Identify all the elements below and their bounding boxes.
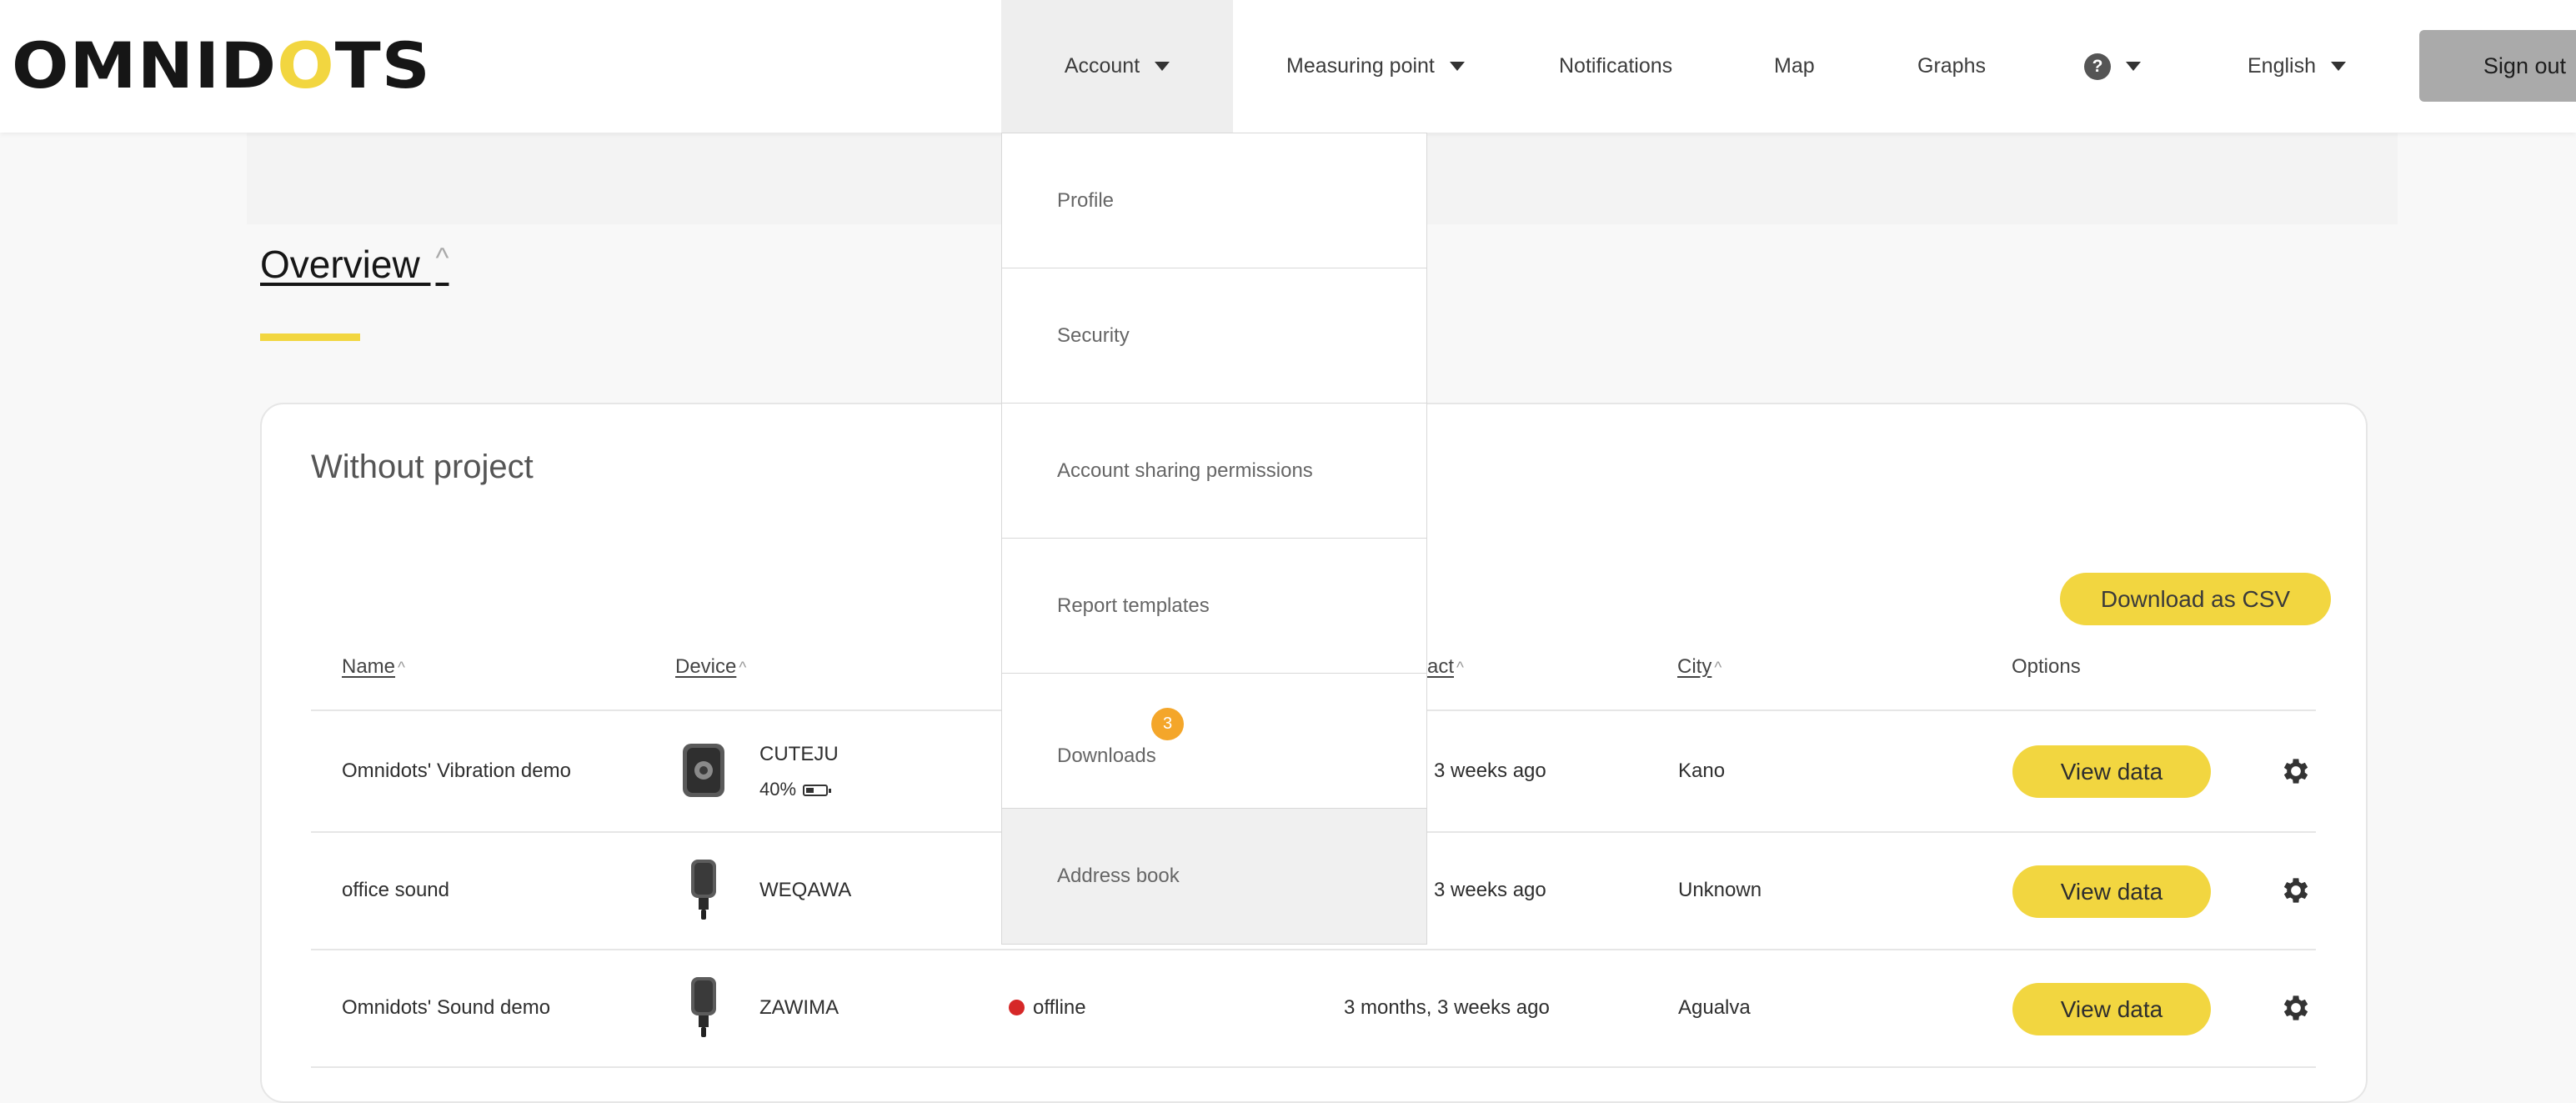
gear-icon[interactable] xyxy=(2279,755,2313,788)
nav-language-label: English xyxy=(2248,54,2316,78)
nav-graphs-label: Graphs xyxy=(1917,54,1986,78)
sort-caret-icon: ^ xyxy=(1456,659,1464,677)
view-data-label: View data xyxy=(2060,878,2163,905)
omnidots-logo[interactable]: OMNIDOTS xyxy=(12,30,431,102)
menu-item-address-book[interactable]: Address book xyxy=(1002,809,1426,944)
nav-account[interactable]: Account xyxy=(1001,0,1233,133)
city: Agualva xyxy=(1678,996,1751,1019)
sign-out-label: Sign out xyxy=(2483,53,2566,78)
column-header-device[interactable]: Device ^ xyxy=(675,655,746,679)
battery-level: 40% xyxy=(759,779,832,800)
menu-item-profile[interactable]: Profile xyxy=(1002,133,1426,268)
vibration-sensor-icon xyxy=(683,744,724,797)
nav-measuring-point[interactable]: Measuring point xyxy=(1286,0,1465,133)
row-name[interactable]: office sound xyxy=(342,879,449,902)
view-data-button[interactable]: View data xyxy=(2012,745,2211,798)
nav-notifications[interactable]: Notifications xyxy=(1559,0,1672,133)
nav-language[interactable]: English xyxy=(2248,0,2346,133)
nav-measuring-point-label: Measuring point xyxy=(1286,54,1435,78)
top-header: OMNIDOTS Account Measuring point Notific… xyxy=(0,0,2576,133)
device-id[interactable]: CUTEJU xyxy=(759,743,839,766)
city: Kano xyxy=(1678,760,1726,782)
menu-item-address-book-label: Address book xyxy=(1057,865,1180,887)
view-data-label: View data xyxy=(2060,995,2163,1022)
column-header-name[interactable]: Name ^ xyxy=(342,655,405,679)
chevron-down-icon xyxy=(1155,62,1170,71)
device-id[interactable]: ZAWIMA xyxy=(759,996,839,1020)
menu-item-downloads-label: Downloads xyxy=(1057,744,1156,767)
nav-help[interactable]: ? xyxy=(2084,0,2141,133)
column-header-last-contact[interactable]: act ^ xyxy=(1427,655,1464,679)
sort-caret-icon: ^ xyxy=(1714,659,1722,677)
table-divider xyxy=(311,949,2316,950)
chevron-down-icon xyxy=(2331,62,2346,71)
nav-notifications-label: Notifications xyxy=(1559,54,1673,78)
nav-graphs[interactable]: Graphs xyxy=(1917,0,1986,133)
gear-icon[interactable] xyxy=(2279,874,2313,907)
column-header-city-label: City xyxy=(1677,655,1712,678)
chevron-down-icon xyxy=(1449,62,1465,71)
help-icon: ? xyxy=(2084,53,2111,80)
row-name[interactable]: Omnidots' Sound demo xyxy=(342,996,550,1020)
sort-caret-icon: ^ xyxy=(435,243,449,274)
column-header-last-contact-label: act xyxy=(1427,655,1455,678)
page-title[interactable]: Overview ^ xyxy=(260,242,449,287)
column-header-city[interactable]: City ^ xyxy=(1677,655,1722,679)
nav-map-label: Map xyxy=(1774,54,1815,78)
menu-item-security[interactable]: Security xyxy=(1002,268,1426,404)
logo-text-start: OMNID xyxy=(12,28,278,103)
device-status: offline xyxy=(1009,996,1086,1020)
downloads-count-badge: 3 xyxy=(1151,708,1184,740)
title-underline-accent xyxy=(260,333,360,341)
gear-icon[interactable] xyxy=(2279,991,2313,1025)
logo-text-end: TS xyxy=(334,28,431,103)
chevron-down-icon xyxy=(2126,62,2141,71)
table-divider xyxy=(311,1066,2316,1068)
row-name[interactable]: Omnidots' Vibration demo xyxy=(342,760,571,783)
view-data-label: View data xyxy=(2060,758,2163,785)
logo-o-mark: O xyxy=(277,28,335,103)
sign-out-button[interactable]: Sign out xyxy=(2419,30,2576,102)
last-contact: 3 months, 3 weeks ago xyxy=(1344,996,1550,1019)
download-csv-button[interactable]: Download as CSV xyxy=(2060,573,2331,625)
nav-map[interactable]: Map xyxy=(1774,0,1815,133)
sort-caret-icon: ^ xyxy=(739,659,747,677)
last-contact: 3 weeks ago xyxy=(1434,879,1546,901)
menu-item-report-templates[interactable]: Report templates xyxy=(1002,539,1426,674)
device-id[interactable]: WEQAWA xyxy=(759,879,851,902)
column-header-device-label: Device xyxy=(675,655,737,678)
last-contact: 3 weeks ago xyxy=(1434,760,1546,782)
status-offline-dot-icon xyxy=(1009,1000,1025,1015)
card-title: Without project xyxy=(311,449,534,485)
view-data-button[interactable]: View data xyxy=(2012,865,2211,918)
battery-level-text: 40% xyxy=(759,779,797,800)
column-header-name-label: Name xyxy=(342,655,396,678)
sound-sensor-icon xyxy=(691,860,716,920)
sort-caret-icon: ^ xyxy=(398,659,405,677)
menu-item-account-sharing[interactable]: Account sharing permissions xyxy=(1002,404,1426,539)
city: Unknown xyxy=(1678,879,1762,901)
view-data-button[interactable]: View data xyxy=(2012,983,2211,1035)
menu-item-security-label: Security xyxy=(1057,323,1130,347)
account-dropdown-menu: Profile Security Account sharing permiss… xyxy=(1001,133,1427,945)
menu-item-account-sharing-label: Account sharing permissions xyxy=(1057,459,1313,482)
nav-account-label: Account xyxy=(1064,54,1140,78)
menu-item-downloads[interactable]: Downloads xyxy=(1002,674,1426,809)
menu-item-profile-label: Profile xyxy=(1057,188,1115,212)
device-status-text: offline xyxy=(1033,996,1086,1019)
page-title-text: Overview xyxy=(260,243,431,286)
battery-icon xyxy=(803,785,832,796)
column-header-options: Options xyxy=(2012,655,2081,678)
sound-sensor-icon xyxy=(691,977,716,1037)
menu-item-report-templates-label: Report templates xyxy=(1057,594,1210,617)
download-csv-label: Download as CSV xyxy=(2100,585,2291,612)
